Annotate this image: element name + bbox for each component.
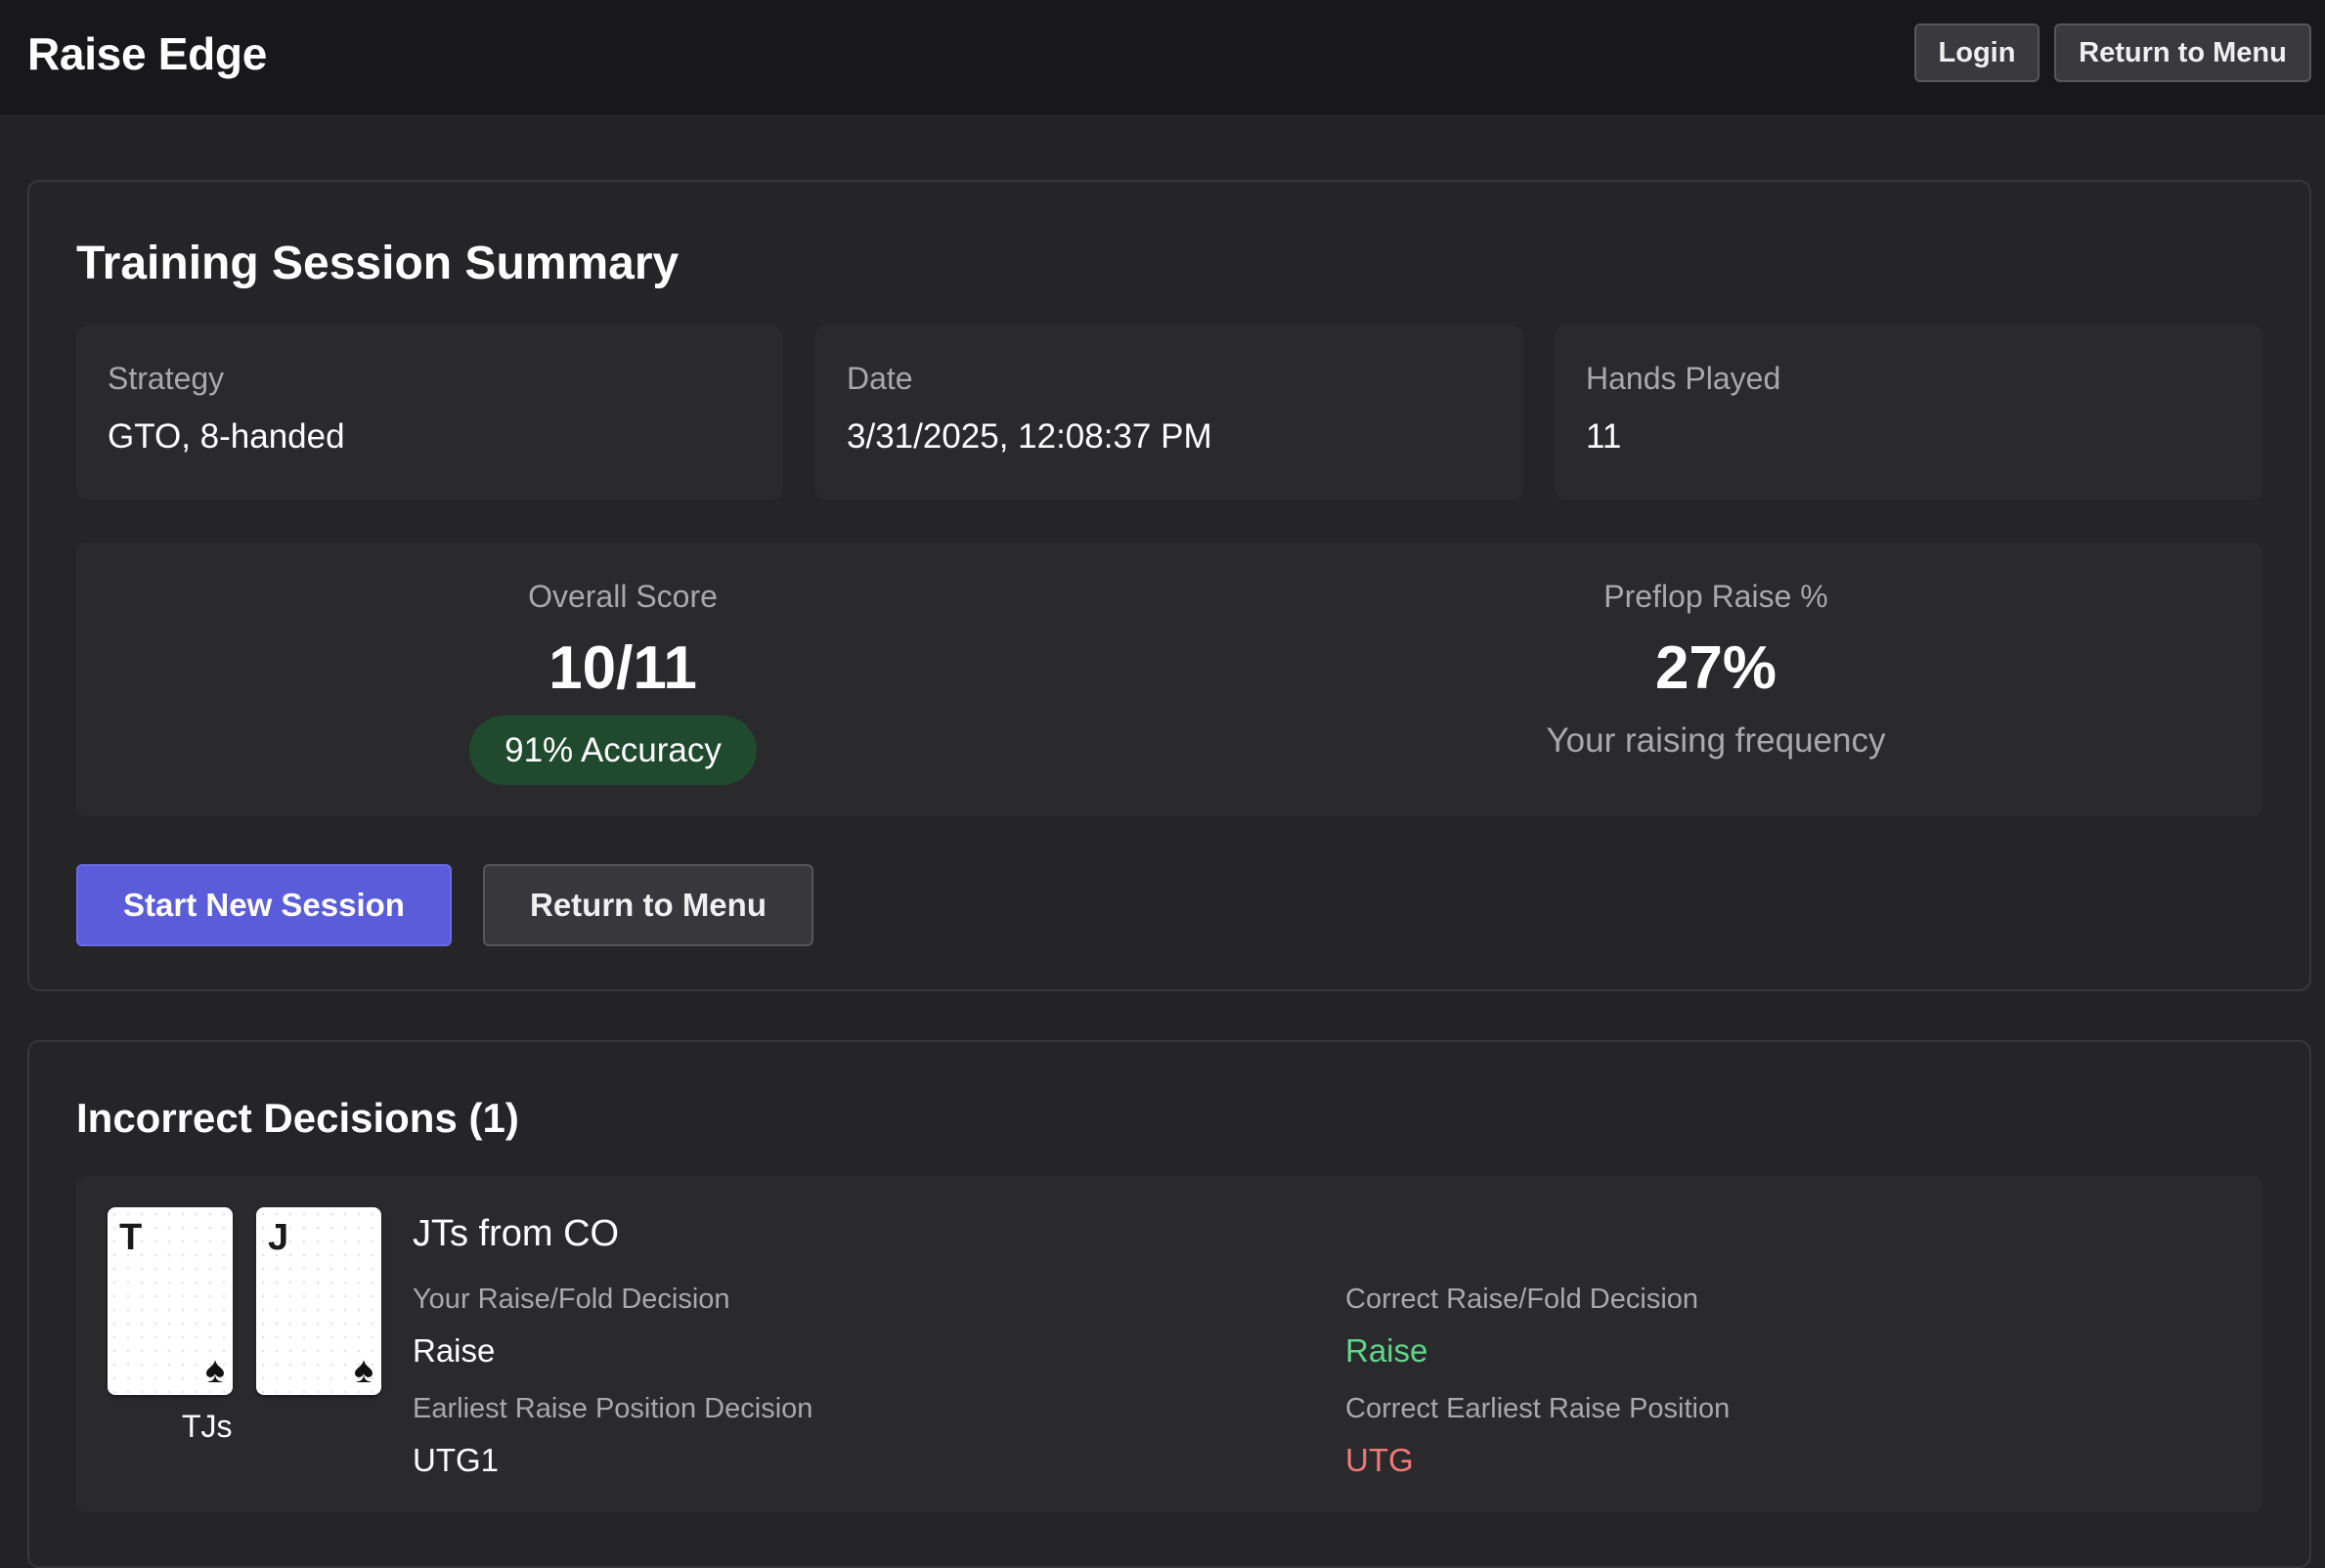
header-return-to-menu-button[interactable]: Return to Menu xyxy=(2054,23,2311,82)
date-label: Date xyxy=(847,361,913,396)
spade-icon: ♠ xyxy=(353,1350,373,1391)
date-box: Date 3/31/2025, 12:08:37 PM xyxy=(815,326,1523,500)
strategy-box: Strategy GTO, 8-handed xyxy=(76,326,782,500)
your-position-value: UTG1 xyxy=(413,1442,500,1478)
raising-frequency-caption: Your raising frequency xyxy=(1546,721,1886,760)
session-summary-card: Training Session Summary Strategy GTO, 8… xyxy=(27,180,2311,991)
decision-item: T ♠ J ♠ TJs JTs from CO Your Raise/Fold … xyxy=(76,1176,2262,1512)
hands-played-box: Hands Played 11 xyxy=(1555,326,2262,500)
login-button[interactable]: Login xyxy=(1914,23,2040,82)
hands-played-label: Hands Played xyxy=(1586,361,1781,396)
hand-label: TJs xyxy=(182,1409,233,1444)
overall-score-label: Overall Score xyxy=(528,579,718,614)
summary-title: Training Session Summary xyxy=(76,238,680,289)
spade-icon: ♠ xyxy=(204,1350,225,1391)
preflop-raise-value: 27% xyxy=(1654,634,1777,702)
hand-title: JTs from CO xyxy=(413,1213,620,1254)
brand-title: Raise Edge xyxy=(27,28,267,79)
start-new-session-button[interactable]: Start New Session xyxy=(76,864,452,946)
correct-position-label: Correct Earliest Raise Position xyxy=(1345,1393,1731,1424)
date-value: 3/31/2025, 12:08:37 PM xyxy=(847,417,1212,456)
hands-played-value: 11 xyxy=(1586,417,1622,456)
overall-score-value: 10/11 xyxy=(548,634,697,702)
card-rank: J xyxy=(268,1217,289,1258)
return-to-menu-button[interactable]: Return to Menu xyxy=(483,864,813,946)
strategy-value: GTO, 8-handed xyxy=(108,417,345,456)
top-navigation-bar: Raise Edge Login Return to Menu xyxy=(0,0,2325,116)
correct-decision-value: Raise xyxy=(1345,1332,1428,1369)
strategy-label: Strategy xyxy=(108,361,225,396)
your-decision-value: Raise xyxy=(413,1332,496,1369)
accuracy-badge: 91% Accuracy xyxy=(469,716,757,785)
your-position-label: Earliest Raise Position Decision xyxy=(413,1393,813,1424)
incorrect-decisions-card: Incorrect Decisions (1) T ♠ J ♠ TJs JTs … xyxy=(27,1040,2311,1568)
preflop-raise-label: Preflop Raise % xyxy=(1603,579,1828,614)
incorrect-decisions-title: Incorrect Decisions (1) xyxy=(76,1095,519,1141)
your-decision-label: Your Raise/Fold Decision xyxy=(413,1284,730,1315)
correct-decision-label: Correct Raise/Fold Decision xyxy=(1345,1284,1699,1315)
playing-card-ten-spades: T ♠ xyxy=(108,1207,233,1395)
card-rank: T xyxy=(119,1217,143,1258)
correct-position-value: UTG xyxy=(1345,1442,1414,1478)
playing-card-jack-spades: J ♠ xyxy=(256,1207,381,1395)
